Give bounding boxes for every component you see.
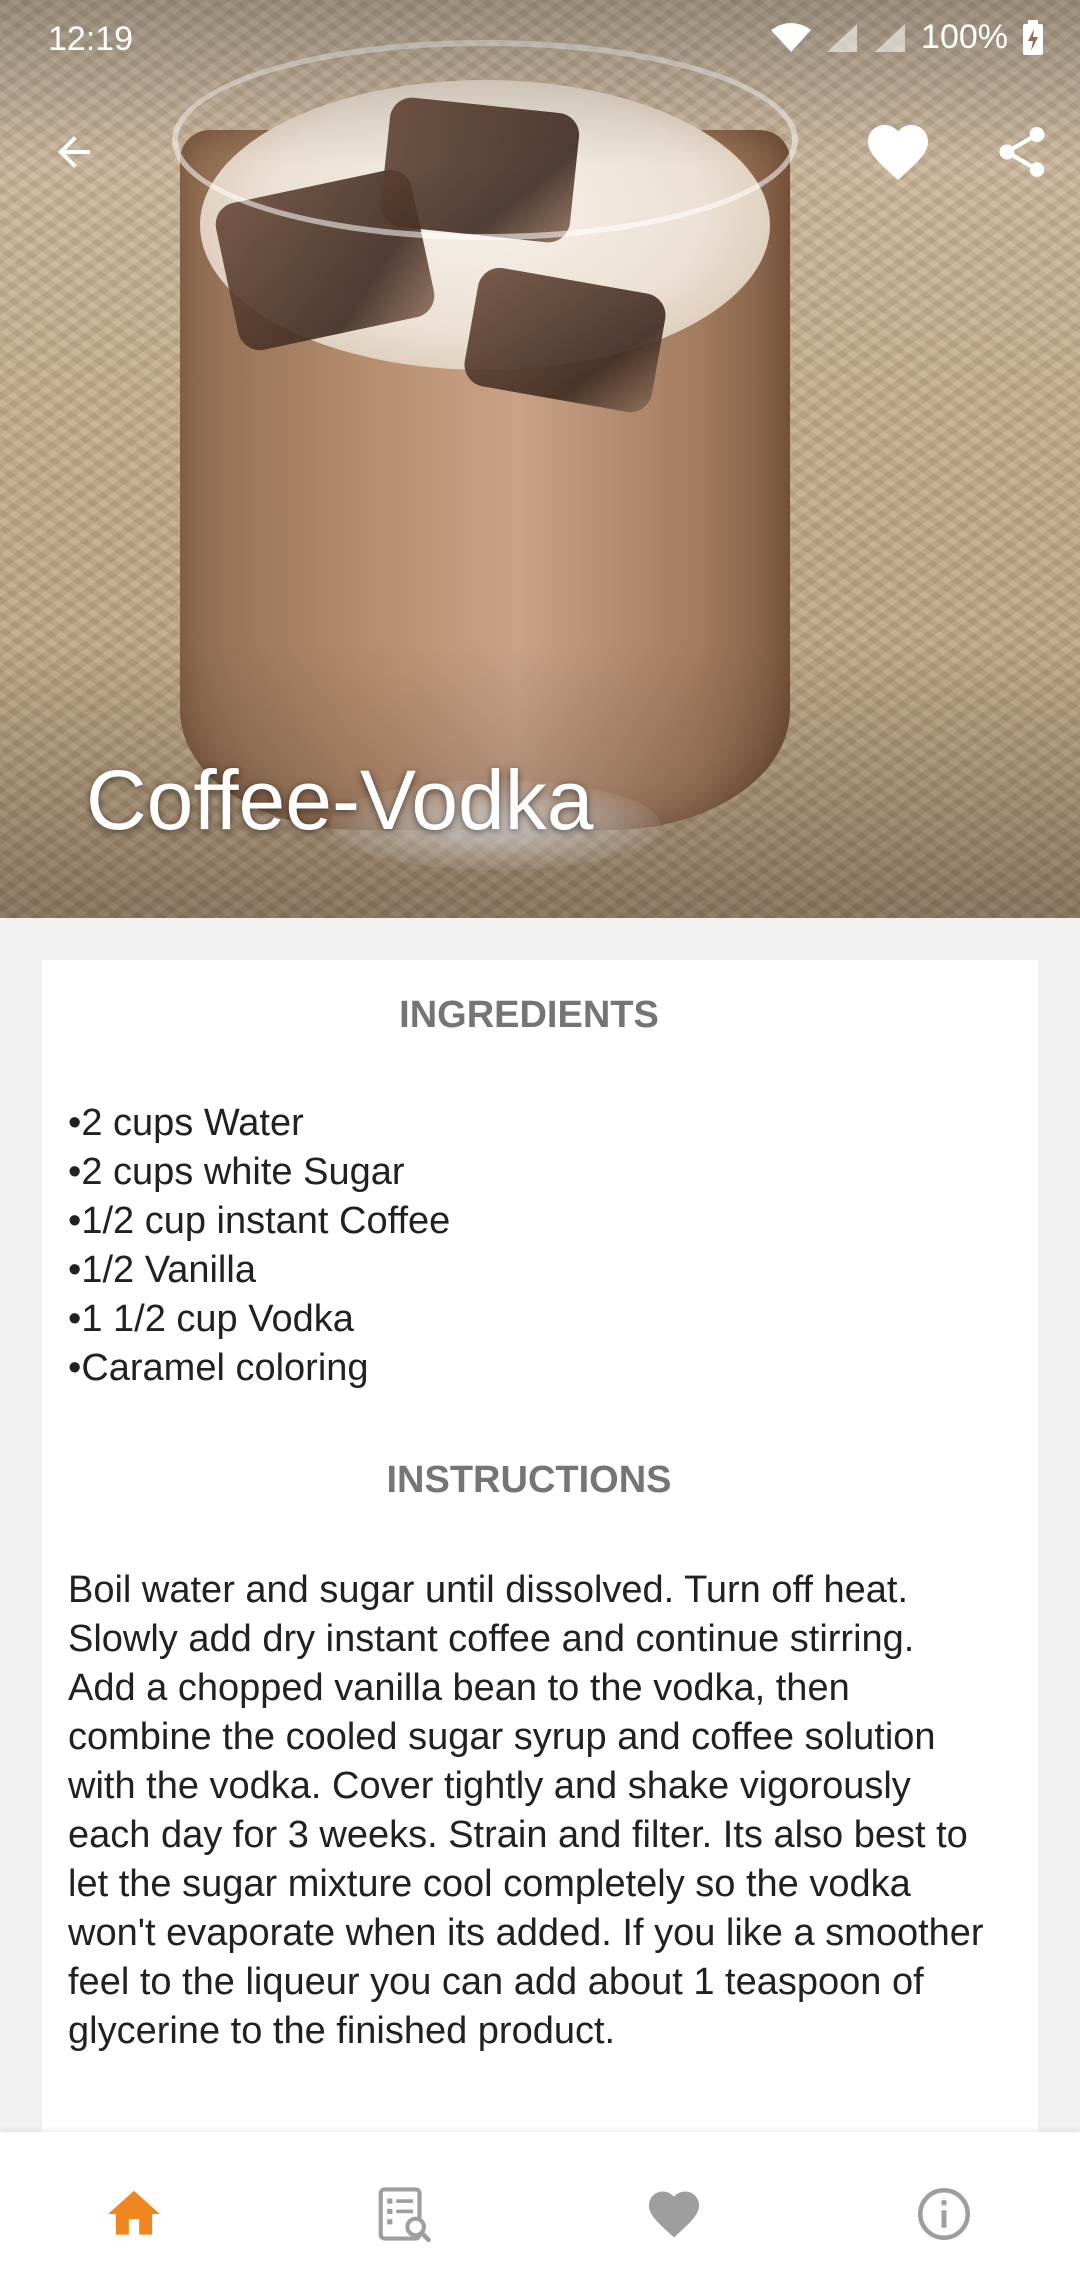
battery-icon [1023,19,1043,55]
arrow-back-icon [58,136,90,168]
ingredient-item: 2 cups Water [68,1099,990,1148]
nav-recipe-search[interactable] [364,2174,444,2254]
status-icons: 100% [771,18,1044,57]
instructions-heading: INSTRUCTIONS [386,1459,672,1501]
status-bar: 12:19 100% [0,0,1080,80]
favorite-button[interactable] [858,112,938,192]
nav-favorites[interactable] [634,2174,714,2254]
back-button[interactable] [34,112,114,192]
signal-icon [827,23,858,52]
info-icon [918,2188,970,2240]
signal-icon [875,23,906,52]
battery-percent: 100% [921,18,1008,56]
nav-info[interactable] [904,2174,984,2254]
favorites-heart-icon [649,2191,699,2238]
ingredient-item: 1/2 cup instant Coffee [68,1197,990,1246]
recipe-title: Coffee-Vodka [86,753,594,847]
heart-icon [868,125,928,181]
ingredients-heading: INGREDIENTS [399,994,659,1036]
nav-home[interactable] [94,2174,174,2254]
wifi-icon [771,22,812,52]
recipe-search-icon [378,2187,431,2243]
ingredients-list: 2 cups Water 2 cups white Sugar 1/2 cup … [68,1099,990,1393]
ingredient-item: 1/2 Vanilla [68,1246,990,1295]
share-button[interactable] [982,112,1062,192]
instructions-text: Boil water and sugar until dissolved. Tu… [68,1569,984,2052]
recipe-card: INGREDIENTS 2 cups Water 2 cups white Su… [42,960,1038,2140]
ingredient-item: 2 cups white Sugar [68,1148,990,1197]
share-icon [999,127,1045,177]
ingredient-item: Caramel coloring [68,1344,990,1393]
status-time: 12:19 [48,20,134,58]
ingredient-item: 1 1/2 cup Vodka [68,1295,990,1344]
bottom-navigation [0,2132,1080,2280]
home-icon [108,2190,160,2235]
